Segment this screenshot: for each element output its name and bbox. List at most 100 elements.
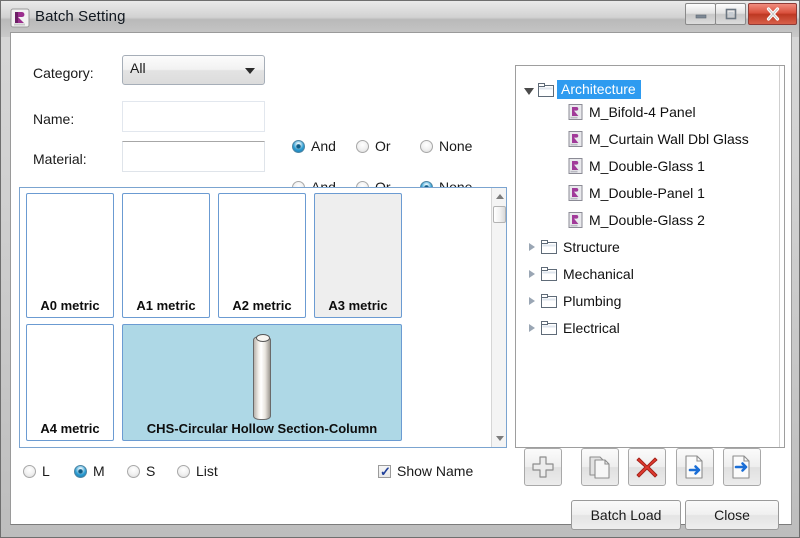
name-label: Name: xyxy=(33,111,75,127)
folder-icon xyxy=(541,320,557,335)
close-button[interactable] xyxy=(748,3,797,25)
batch-load-button[interactable]: Batch Load xyxy=(571,500,681,530)
thumbnail-item[interactable]: A3 metric xyxy=(314,193,402,318)
tree-node-family[interactable]: M_Double-Glass 2 xyxy=(568,209,705,230)
thumbnail-item[interactable]: A4 metric xyxy=(26,324,114,441)
view-size-s[interactable]: S xyxy=(127,463,155,479)
tree-node-plumbing[interactable]: Plumbing xyxy=(526,290,621,311)
family-tree-panel[interactable]: Architecture M_Bifold-4 Panel M_Curtain … xyxy=(515,65,785,448)
scrollbar-thumb[interactable] xyxy=(493,206,506,223)
family-file-icon xyxy=(568,130,583,147)
tree-node-architecture[interactable]: Architecture xyxy=(523,79,641,100)
view-size-l[interactable]: L xyxy=(23,463,50,479)
batch-setting-window: Batch Setting Category: All Name: And Or… xyxy=(0,0,800,538)
add-button[interactable] xyxy=(524,448,562,486)
thumbnail-caption: CHS-Circular Hollow Section-Column xyxy=(146,421,378,436)
radio-label: L xyxy=(42,463,50,479)
tree-node-family[interactable]: M_Curtain Wall Dbl Glass xyxy=(568,128,749,149)
thumbnail-item[interactable]: A2 metric xyxy=(218,193,306,318)
close-label: Close xyxy=(714,507,750,523)
delete-button[interactable] xyxy=(628,448,666,486)
category-label: Category: xyxy=(33,65,94,81)
name-op-and[interactable]: And xyxy=(292,138,336,154)
tree-node-family[interactable]: M_Double-Glass 1 xyxy=(568,155,705,176)
tree-node-label: M_Curtain Wall Dbl Glass xyxy=(589,130,749,147)
thumbnail-item[interactable]: A0 metric xyxy=(26,193,114,318)
category-value: All xyxy=(130,60,146,76)
tree-scrollbar[interactable] xyxy=(779,66,784,447)
category-select[interactable]: All xyxy=(122,55,265,85)
name-op-or[interactable]: Or xyxy=(356,138,391,154)
delete-icon xyxy=(636,457,658,478)
tree-node-label: Mechanical xyxy=(563,265,634,282)
export-button[interactable] xyxy=(676,448,714,486)
radio-label: None xyxy=(439,138,473,154)
thumbnail-caption: A0 metric xyxy=(40,298,100,313)
chevron-right-icon[interactable] xyxy=(526,268,538,280)
folder-icon xyxy=(541,239,557,254)
copy-icon xyxy=(589,456,610,479)
tree-node-label: Structure xyxy=(563,238,620,255)
radio-label: Or xyxy=(375,138,391,154)
radio-label: And xyxy=(311,138,336,154)
close-icon xyxy=(749,4,796,24)
tree-node-electrical[interactable]: Electrical xyxy=(526,317,620,338)
view-size-m[interactable]: M xyxy=(74,463,105,479)
minimize-icon xyxy=(686,4,715,24)
tree-node-label: Plumbing xyxy=(563,292,622,309)
window-controls xyxy=(685,3,797,27)
thumbnail-item[interactable]: A1 metric xyxy=(122,193,210,318)
chevron-expanded-icon[interactable] xyxy=(523,84,535,96)
thumbnail-caption: A1 metric xyxy=(136,298,196,313)
export-all-button[interactable] xyxy=(723,448,761,486)
add-icon xyxy=(532,456,554,478)
export-all-icon xyxy=(732,455,750,479)
minimize-button[interactable] xyxy=(685,3,716,25)
batch-load-label: Batch Load xyxy=(590,507,662,523)
chevron-right-icon[interactable] xyxy=(526,241,538,253)
chevron-right-icon[interactable] xyxy=(526,295,538,307)
radio-indicator xyxy=(356,139,369,153)
chevron-right-icon[interactable] xyxy=(526,322,538,334)
check-icon: ✓ xyxy=(380,463,391,479)
radio-indicator xyxy=(23,464,36,478)
tree-node-label: M_Double-Panel 1 xyxy=(589,184,705,201)
tree-node-family[interactable]: M_Double-Panel 1 xyxy=(568,182,705,203)
folder-icon xyxy=(541,266,557,281)
folder-icon xyxy=(541,293,557,308)
thumbnail-caption: A3 metric xyxy=(328,298,388,313)
tree-node-structure[interactable]: Structure xyxy=(526,236,620,257)
tree-node-label: M_Double-Glass 2 xyxy=(589,211,705,228)
thumbnail-panel[interactable]: A0 metric A1 metric A2 metric A3 metric … xyxy=(19,187,507,448)
revit-family-icon xyxy=(10,8,30,28)
close-dialog-button[interactable]: Close xyxy=(685,500,779,530)
maximize-button[interactable] xyxy=(715,3,746,25)
thumbnail-caption: A2 metric xyxy=(232,298,292,313)
family-file-icon xyxy=(568,184,583,201)
view-size-list[interactable]: List xyxy=(177,463,218,479)
thumbnail-caption: A4 metric xyxy=(40,421,100,436)
copy-button[interactable] xyxy=(581,448,619,486)
thumbnail-item[interactable]: CHS-Circular Hollow Section-Column xyxy=(122,324,402,441)
material-input[interactable] xyxy=(122,141,265,172)
scroll-up-icon[interactable] xyxy=(492,189,506,204)
family-file-icon xyxy=(568,103,583,120)
tree-node-label: M_Bifold-4 Panel xyxy=(589,103,696,120)
show-name-checkbox[interactable]: ✓ Show Name xyxy=(378,463,473,479)
tree-node-mechanical[interactable]: Mechanical xyxy=(526,263,634,284)
window-title: Batch Setting xyxy=(35,8,126,25)
radio-label: S xyxy=(146,463,156,479)
family-file-icon xyxy=(568,157,583,174)
radio-indicator xyxy=(177,464,190,478)
tree-node-family[interactable]: M_Bifold-4 Panel xyxy=(568,101,696,122)
column-cylinder-preview xyxy=(253,334,271,420)
thumbnail-scrollbar[interactable] xyxy=(491,188,506,447)
checkbox-label: Show Name xyxy=(397,463,474,479)
scroll-down-icon[interactable] xyxy=(492,431,506,446)
maximize-icon xyxy=(716,4,745,24)
name-input[interactable] xyxy=(122,101,265,132)
radio-label: List xyxy=(196,463,218,479)
name-op-none[interactable]: None xyxy=(420,138,472,154)
tree-node-label: Architecture xyxy=(557,80,641,99)
tree-node-label: M_Double-Glass 1 xyxy=(589,157,705,174)
